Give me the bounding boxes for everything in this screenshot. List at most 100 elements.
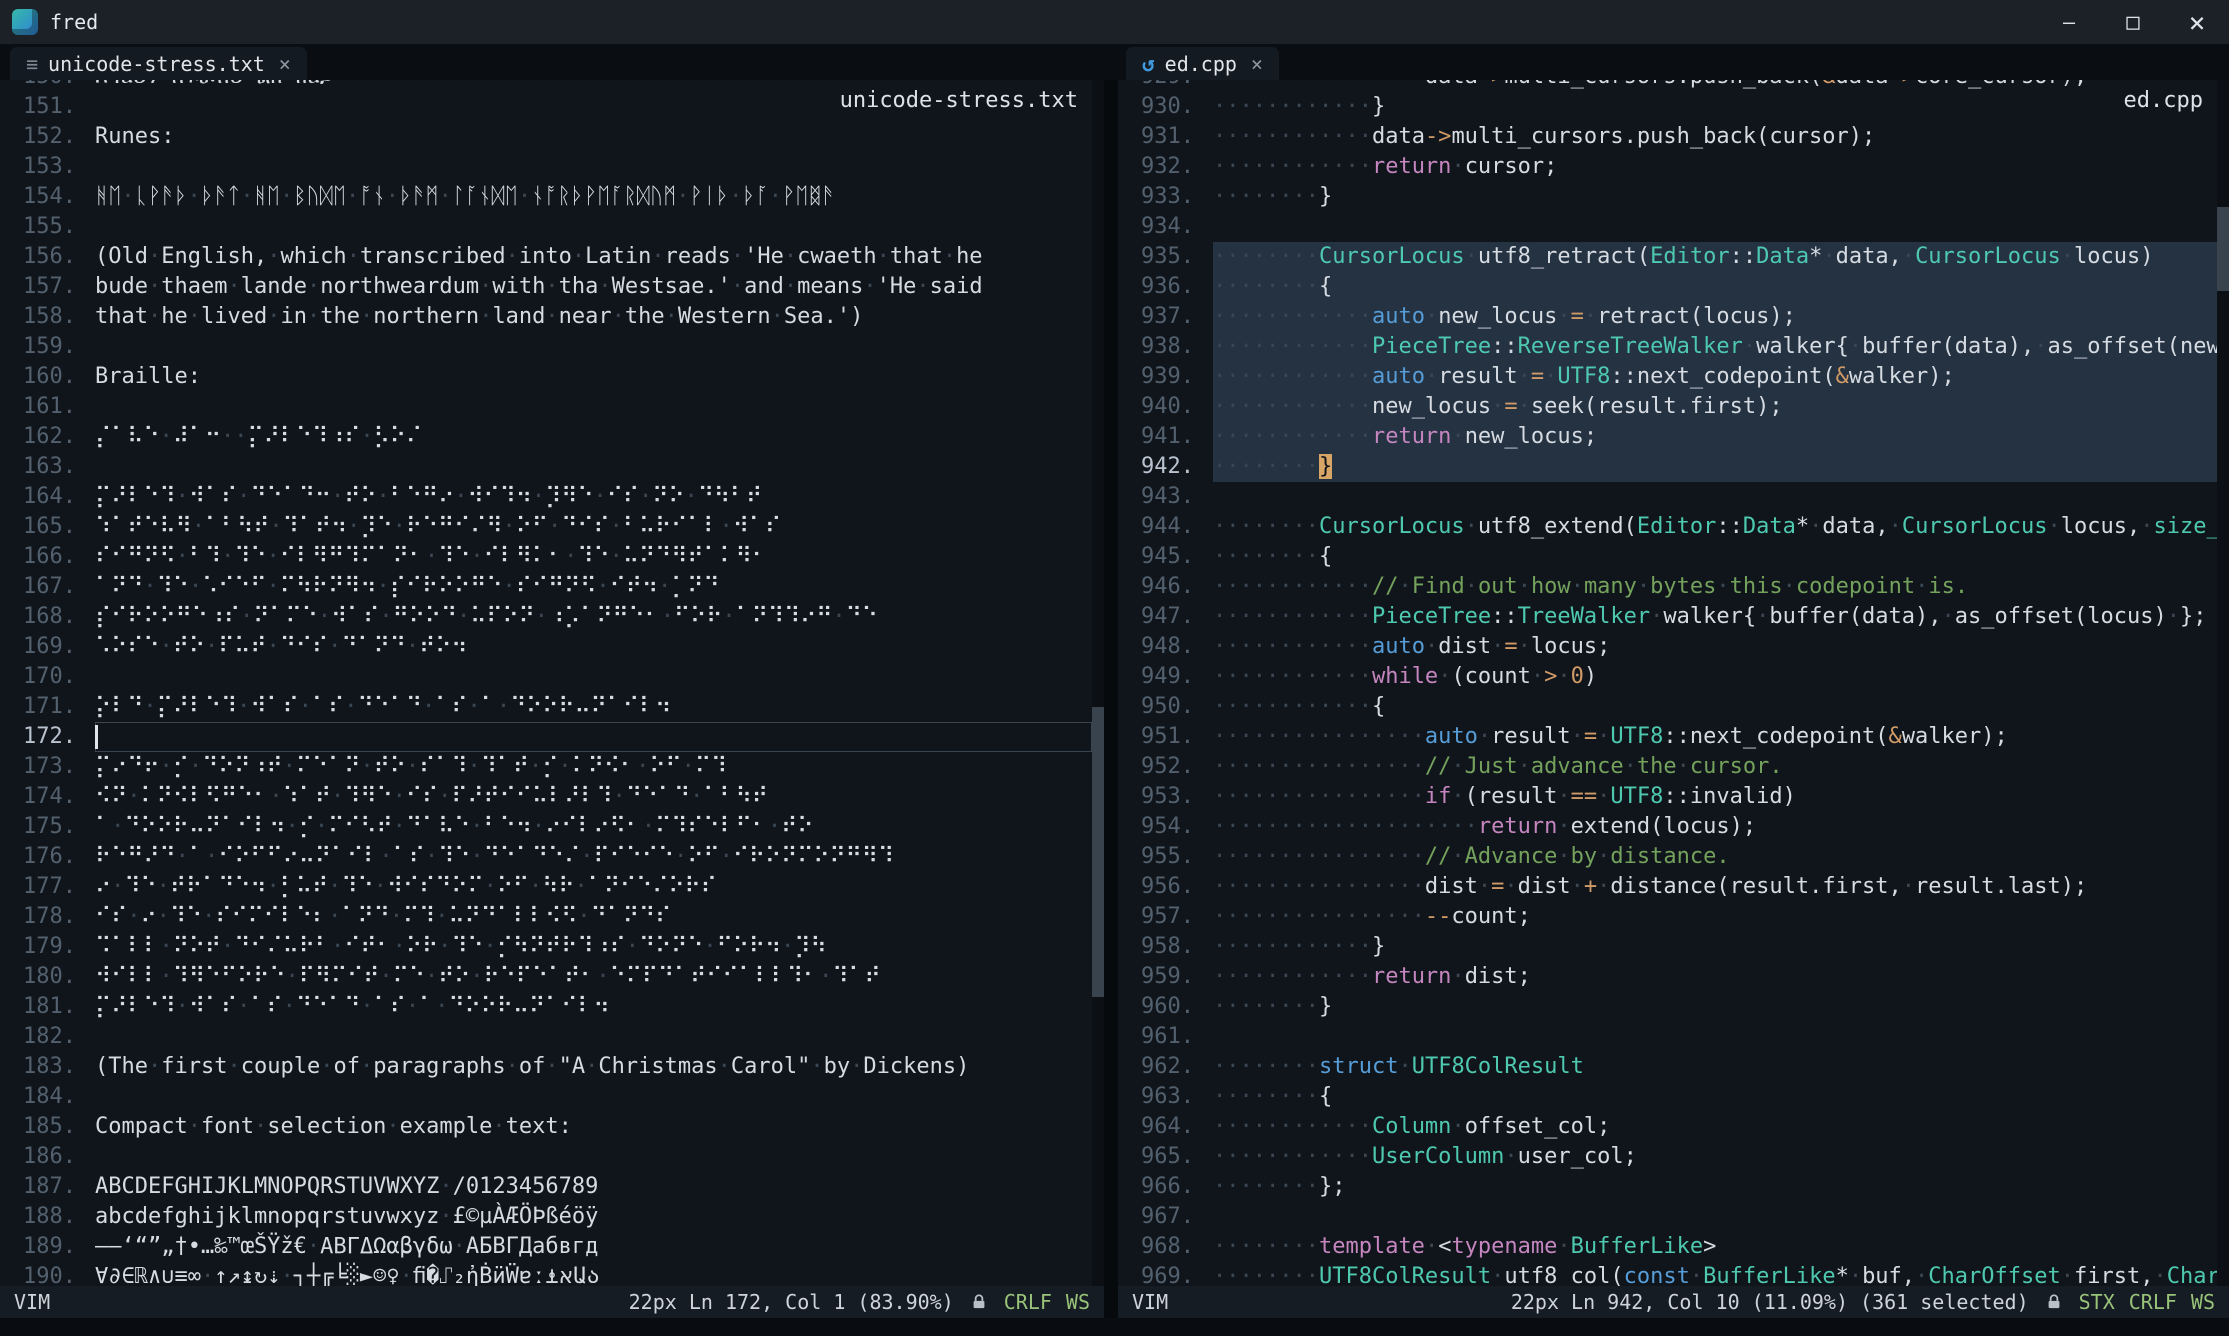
code-line[interactable]: 159. [0,332,1092,362]
code-line[interactable]: 953.················if·(result·==·UTF8::… [1118,782,2217,812]
code-line[interactable]: 155. [0,212,1092,242]
code-line[interactable]: 935.········CursorLocus·utf8_retract(Edi… [1118,242,2217,272]
code-line[interactable]: 170. [0,662,1092,692]
code-line[interactable]: 167.⠁⠝⠙·⠹⠑·⠡⠊⠑⠋·⠍⠳⠗⠝⠻⠲·⡎⠊⠗⠕⠕⠛⠑·⠎⠊⠛⠝⠫·⠊⠞⠲… [0,572,1092,602]
code-line[interactable]: 947.············PieceTree::TreeWalker·wa… [1118,602,2217,632]
code-line[interactable]: 929.················data->multi_cursors.… [1118,80,2217,92]
code-line[interactable]: 966.········}; [1118,1172,2217,1202]
code-line[interactable]: 938.············PieceTree::ReverseTreeWa… [1118,332,2217,362]
code-line[interactable]: 179.⠩⠁⠇⠇·⠝⠕⠞·⠙⠊⠌⠥⠗⠃·⠊⠞⠂·⠕⠗·⠹⠑·⡊⠳⠝⠞⠗⠹⠰⠎·⠙… [0,932,1092,962]
code-line[interactable]: 934. [1118,212,2217,242]
code-line[interactable]: 181.⡍⠜⠇⠑⠹·⠺⠁⠎·⠁⠎·⠙⠑⠁⠙·⠁⠎·⠁·⠙⠕⠕⠗⠤⠝⠁⠊⠇⠲ [0,992,1092,1022]
code-line[interactable]: 165.⠱⠁⠞⠑⠧⠻·⠁⠃⠳⠞·⠹⠁⠞⠲·⡹⠑·⠗⠑⠛⠊⠌⠻·⠕⠋·⠙⠊⠎·⠃⠥… [0,512,1092,542]
code-line[interactable]: 157.bude·thaem·lande·northweardum·with·t… [0,272,1092,302]
code-line[interactable]: 172. [0,722,1092,752]
code-line[interactable]: 156.(Old·English,·which·transcribed·into… [0,242,1092,272]
code-line[interactable]: 173.⡍⠔⠙⠖·⡊·⠙⠕⠝⠰⠞·⠍⠑⠁⠝·⠞⠕·⠎⠁⠹·⠹⠁⠞·⡊·⠅⠝⠪⠂·… [0,752,1092,782]
code-line[interactable]: 183.(The·first·couple·of·paragraphs·of·"… [0,1052,1092,1082]
code-line[interactable]: 964.············Column·offset_col; [1118,1112,2217,1142]
code-line[interactable]: 933.········} [1118,182,2217,212]
code-line[interactable]: 180.⠺⠊⠇⠇·⠹⠻⠑⠋⠕⠗⠑·⠏⠻⠍⠊⠞·⠍⠑·⠞⠕·⠗⠑⠏⠑⠁⠞⠂·⠑⠍⠏… [0,962,1092,992]
tab-ed-cpp[interactable]: ↺ ed.cpp × [1126,47,1279,80]
scrollbar-thumb[interactable] [2217,207,2229,291]
code-line[interactable]: 932.············return·cursor; [1118,152,2217,182]
code-line[interactable]: 162.⡌⠁⠧⠑·⠼⠁⠒··⡍⠜⠇⠑⠹⠰⠎·⡣⠕⠌ [0,422,1092,452]
code-line[interactable]: 171.⡕⠇⠙·⡍⠜⠇⠑⠹·⠺⠁⠎·⠁⠎·⠙⠑⠁⠙·⠁⠎·⠁·⠙⠕⠕⠗⠤⠝⠁⠊⠇… [0,692,1092,722]
close-button[interactable]: × [2165,0,2229,44]
code-line[interactable]: 189.–—‘“”„†•…‰™œŠŸž€·ΑΒΓΔΩαβγδω·АБВГДабв… [0,1232,1092,1262]
code-line[interactable]: 160.Braille: [0,362,1092,392]
line-number: 934. [1118,212,1213,242]
code-line[interactable]: 959.············return·dist; [1118,962,2217,992]
code-area[interactable]: 929.················data->multi_cursors.… [1118,80,2217,1286]
code-line[interactable]: 969.········UTF8ColResult·utf8_col(const… [1118,1262,2217,1286]
minimize-button[interactable]: — [2037,0,2101,44]
code-line[interactable]: 182. [0,1022,1092,1052]
code-line[interactable]: 950.············{ [1118,692,2217,722]
code-line[interactable]: 941.············return·new_locus; [1118,422,2217,452]
code-line[interactable]: 931.············data->multi_cursors.push… [1118,122,2217,152]
code-line[interactable]: 153. [0,152,1092,182]
code-line[interactable]: 930.············} [1118,92,2217,122]
code-line[interactable]: 958.············} [1118,932,2217,962]
pane-divider[interactable] [1104,80,1118,1318]
code-line[interactable]: 943. [1118,482,2217,512]
scrollbar[interactable] [1092,80,1104,1286]
code-line[interactable]: 163. [0,452,1092,482]
code-line[interactable]: 168.⡎⠊⠗⠕⠕⠛⠑⠰⠎·⠝⠁⠍⠑·⠺⠁⠎·⠛⠕⠕⠙·⠥⠏⠕⠝·⠰⡡⠁⠝⠛⠑⠂… [0,602,1092,632]
whitespace-dots: · [658,574,671,599]
code-line[interactable]: 957.················--count; [1118,902,2217,932]
scrollbar-thumb[interactable] [1092,707,1104,996]
code-line[interactable]: 944.········CursorLocus·utf8_extend(Edit… [1118,512,2217,542]
code-line[interactable]: 939.············auto·result·=·UTF8::next… [1118,362,2217,392]
code-line[interactable]: 956.················dist·=·dist·+·distan… [1118,872,2217,902]
code-line[interactable]: 946.············//·Find·out·how·many·byt… [1118,572,2217,602]
code-line[interactable]: 967. [1118,1202,2217,1232]
editor-pane-left[interactable]: 150.እግርህን·በፍራሽህ·ልክ·ዘርጋ።151.152.Runes:153… [0,80,1104,1286]
code-line[interactable]: 187.ABCDEFGHIJKLMNOPQRSTUVWXYZ·/01234567… [0,1172,1092,1202]
code-line[interactable]: 178.⠊⠎·⠔·⠹⠑·⠎⠊⠍⠊⠇⠑⠆·⠁⠝⠙·⠍⠹·⠥⠝⠙⠁⠇⠇⠪⠫·⠙⠁⠝⠙… [0,902,1092,932]
code-line[interactable]: 174.⠪⠝·⠅⠝⠪⠇⠫⠛⠑⠂·⠱⠁⠞·⠹⠻⠑·⠊⠎·⠏⠜⠞⠊⠊⠥⠇⠜⠇⠹·⠙⠑… [0,782,1092,812]
code-line[interactable]: 965.············UserColumn·user_col; [1118,1142,2217,1172]
code-line[interactable]: 963.········{ [1118,1082,2217,1112]
code-line[interactable]: 177.⠔·⠹⠑·⠞⠗⠁⠙⠑⠲·⡃⠥⠞·⠹⠑·⠺⠊⠎⠙⠕⠍·⠕⠋·⠳⠗·⠁⠝⠊⠑… [0,872,1092,902]
code-line[interactable]: 190.∀∂∈ℝ∧∪≡∞·↑↗↨↻⇣·┐┼╔╘░►☺♀·ﬁ�⑀₂ἠḂӥẄɐː⍎א… [0,1262,1092,1286]
code-line[interactable]: 942.········} [1118,452,2217,482]
code-line[interactable]: 166.⠎⠊⠛⠝⠫·⠃⠹·⠹⠑·⠊⠇⠻⠛⠹⠍⠁⠝⠂·⠹⠑·⠊⠇⠻⠅⠂·⠹⠑·⠥⠝… [0,542,1092,572]
tab-close-icon[interactable]: × [1251,52,1263,76]
code-line[interactable]: 940.············new_locus·=·seek(result.… [1118,392,2217,422]
whitespace-dots: · [267,304,280,329]
line-content [95,1022,1092,1052]
code-line[interactable]: 164.⡍⠜⠇⠑⠹·⠺⠁⠎·⠙⠑⠁⠙⠒·⠞⠕·⠃⠑⠛⠔·⠺⠊⠹⠲·⡹⠻⠑·⠊⠎·… [0,482,1092,512]
code-line[interactable]: 951.················auto·result·=·UTF8::… [1118,722,2217,752]
code-line[interactable]: 161. [0,392,1092,422]
code-line[interactable]: 962.········struct·UTF8ColResult [1118,1052,2217,1082]
code-line[interactable]: 968.········template·<typename·BufferLik… [1118,1232,2217,1262]
code-line[interactable]: 960.········} [1118,992,2217,1022]
code-line[interactable]: 158.that·he·lived·in·the·northern·land·n… [0,302,1092,332]
code-line[interactable]: 176.⠗⠑⠛⠜⠙·⠁·⠊⠕⠋⠋⠔⠤⠝⠁⠊⠇·⠁⠎·⠹⠑·⠙⠑⠁⠙⠑⠌·⠏⠊⠑⠊… [0,842,1092,872]
code-line[interactable]: 937.············auto·new_locus·=·retract… [1118,302,2217,332]
code-line[interactable]: 152.Runes: [0,122,1092,152]
scrollbar[interactable] [2217,80,2229,1286]
code-line[interactable]: 955.················//·Advance·by·distan… [1118,842,2217,872]
code-line[interactable]: 949.············while·(count·>·0) [1118,662,2217,692]
tab-unicode-stress-txt[interactable]: ≡ unicode-stress.txt × [10,47,307,80]
code-line[interactable]: 188.abcdefghijklmnopqrstuvwxyz·£©µÀÆÖÞßé… [0,1202,1092,1232]
code-line[interactable]: 936.········{ [1118,272,2217,302]
tab-close-icon[interactable]: × [279,52,291,76]
code-line[interactable]: 186. [0,1142,1092,1172]
code-line[interactable]: 945.········{ [1118,542,2217,572]
code-line[interactable]: 961. [1118,1022,2217,1052]
code-line[interactable]: 184. [0,1082,1092,1112]
code-line[interactable]: 154.ᚻᛖ·ᚳᚹᚫᚦ·ᚦᚫᛏ·ᚻᛖ·ᛒᚢᛞᛖ·ᚩᚾ·ᚦᚫᛗ·ᛚᚪᚾᛞᛖ·ᚾᚩᚱ… [0,182,1092,212]
code-line[interactable]: 185.Compact·font·selection·example·text: [0,1112,1092,1142]
code-area[interactable]: 150.እግርህን·በፍራሽህ·ልክ·ዘርጋ።151.152.Runes:153… [0,80,1092,1286]
code-line[interactable]: 169.⠡⠕⠎⠑·⠞⠕·⠏⠥⠞·⠙⠊⠎·⠙⠁⠝⠙·⠞⠕⠲ [0,632,1092,662]
code-line[interactable]: 948.············auto·dist·=·locus; [1118,632,2217,662]
editor-pane-right[interactable]: 929.················data->multi_cursors.… [1118,80,2229,1286]
code-line[interactable]: 175.⠁·⠙⠕⠕⠗⠤⠝⠁⠊⠇⠲·⡊·⠍⠊⠣⠞·⠙⠁⠧⠑·⠃⠑⠲·⠔⠊⠇⠔⠫⠂·… [0,812,1092,842]
code-line[interactable]: 952.················//·Just·advance·the·… [1118,752,2217,782]
maximize-button[interactable]: □ [2101,0,2165,44]
code-line[interactable]: 954.····················return·extend(lo… [1118,812,2217,842]
